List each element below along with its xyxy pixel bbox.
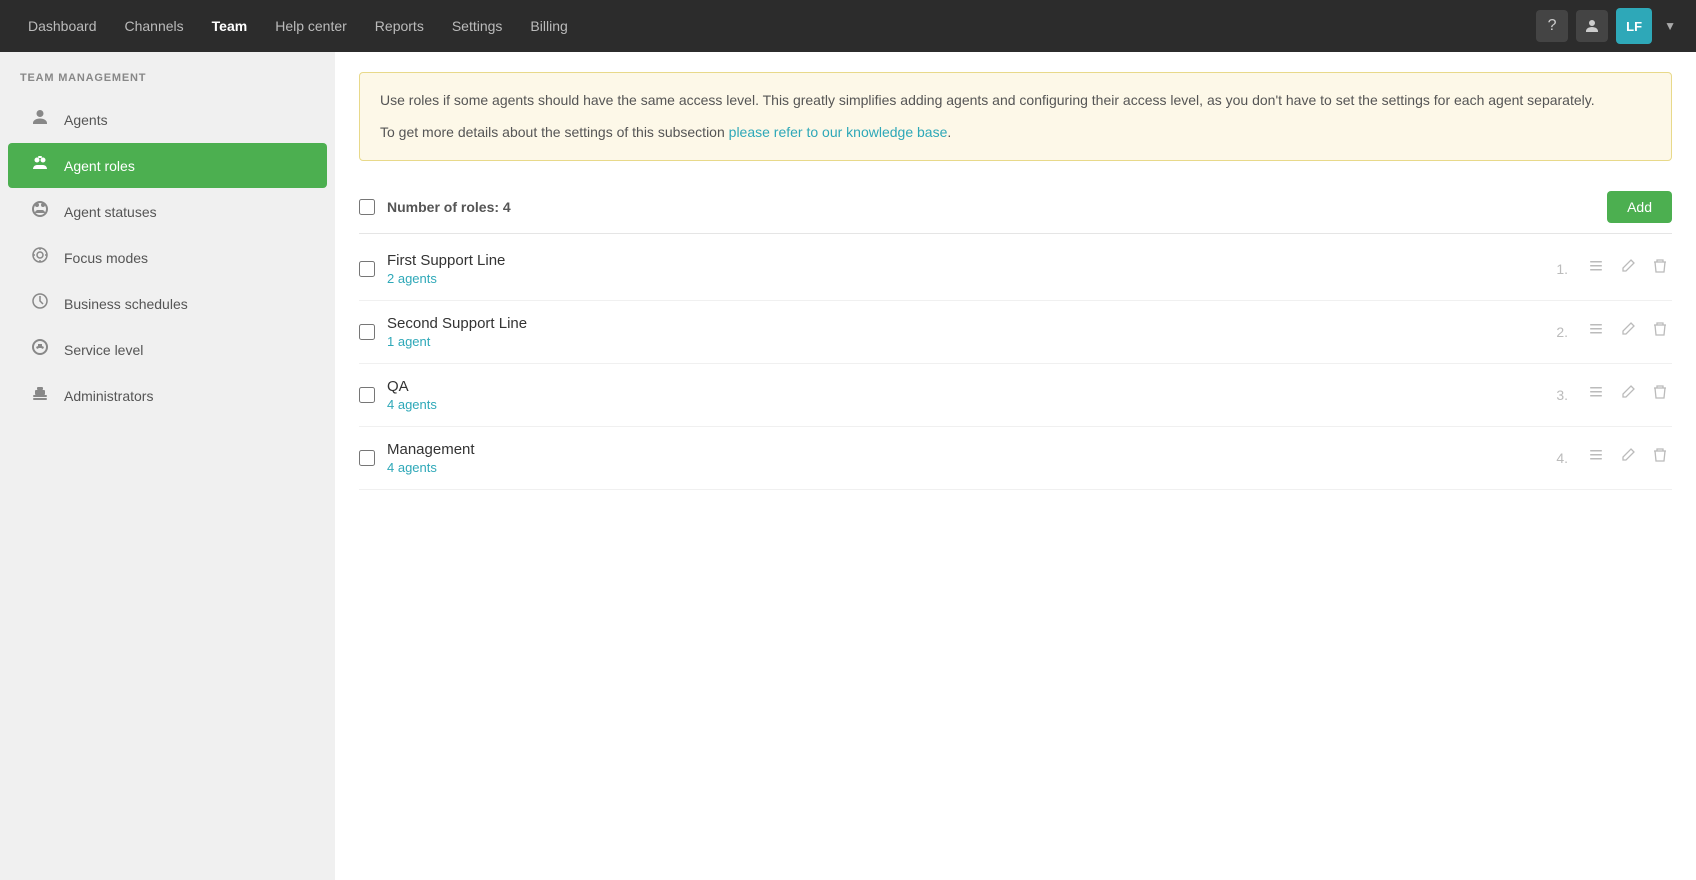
role-info-4: Management 4 agents: [387, 441, 1556, 475]
role-checkbox-1[interactable]: [359, 261, 375, 277]
roles-count: Number of roles: 4: [387, 199, 511, 215]
sidebar-item-agent-statuses[interactable]: Agent statuses: [8, 189, 327, 234]
select-all-checkbox[interactable]: [359, 199, 375, 215]
sidebar-item-agent-roles[interactable]: Agent roles: [8, 143, 327, 188]
role-edit-button-1[interactable]: [1616, 254, 1640, 283]
role-delete-button-4[interactable]: [1648, 443, 1672, 472]
sidebar-label-agent-roles: Agent roles: [64, 158, 135, 174]
role-checkbox-4[interactable]: [359, 450, 375, 466]
role-info-3: QA 4 agents: [387, 378, 1556, 412]
nav-right-actions: ? LF ▼: [1536, 8, 1680, 44]
role-item-first-support-line: First Support Line 2 agents 1.: [359, 238, 1672, 301]
avatar-dropdown-button[interactable]: ▼: [1660, 19, 1680, 33]
focus-modes-icon: [28, 245, 52, 270]
role-agents-3[interactable]: 4 agents: [387, 397, 1556, 412]
business-schedules-icon: [28, 291, 52, 316]
role-reorder-button-1[interactable]: [1584, 254, 1608, 283]
info-banner-text2: To get more details about the settings o…: [380, 121, 1651, 143]
role-delete-button-1[interactable]: [1648, 254, 1672, 283]
sidebar-label-focus-modes: Focus modes: [64, 250, 148, 266]
knowledge-base-link[interactable]: please refer to our knowledge base: [729, 124, 948, 140]
role-info-1: First Support Line 2 agents: [387, 252, 1556, 286]
role-number-4: 4.: [1556, 450, 1568, 466]
roles-header: Number of roles: 4 Add: [359, 181, 1672, 234]
avatar-button[interactable]: LF: [1616, 8, 1652, 44]
nav-help-center[interactable]: Help center: [263, 12, 359, 40]
sidebar-item-business-schedules[interactable]: Business schedules: [8, 281, 327, 326]
roles-header-left: Number of roles: 4: [359, 199, 511, 215]
role-info-2: Second Support Line 1 agent: [387, 315, 1556, 349]
service-level-icon: [28, 337, 52, 362]
role-delete-button-3[interactable]: [1648, 380, 1672, 409]
nav-settings[interactable]: Settings: [440, 12, 515, 40]
sidebar-title: TEAM MANAGEMENT: [0, 72, 335, 96]
role-name-3: QA: [387, 378, 1556, 395]
sidebar-label-business-schedules: Business schedules: [64, 296, 188, 312]
role-name-2: Second Support Line: [387, 315, 1556, 332]
role-item-qa: QA 4 agents 3.: [359, 364, 1672, 427]
role-actions-3: 3.: [1556, 380, 1672, 409]
role-name-4: Management: [387, 441, 1556, 458]
info-banner-text1: Use roles if some agents should have the…: [380, 89, 1651, 111]
role-agents-2[interactable]: 1 agent: [387, 334, 1556, 349]
role-checkbox-2[interactable]: [359, 324, 375, 340]
role-edit-button-2[interactable]: [1616, 317, 1640, 346]
sidebar-item-agents[interactable]: Agents: [8, 97, 327, 142]
nav-links: Dashboard Channels Team Help center Repo…: [16, 12, 1536, 40]
main-layout: TEAM MANAGEMENT Agents Agent roles: [0, 52, 1696, 880]
sidebar-item-administrators[interactable]: Administrators: [8, 373, 327, 418]
agent-statuses-icon: [28, 199, 52, 224]
sidebar-item-focus-modes[interactable]: Focus modes: [8, 235, 327, 280]
role-reorder-button-2[interactable]: [1584, 317, 1608, 346]
help-button[interactable]: ?: [1536, 10, 1568, 42]
role-actions-1: 1.: [1556, 254, 1672, 283]
add-role-button[interactable]: Add: [1607, 191, 1672, 223]
role-reorder-button-4[interactable]: [1584, 443, 1608, 472]
main-content: Use roles if some agents should have the…: [335, 52, 1696, 880]
role-number-3: 3.: [1556, 387, 1568, 403]
role-item-second-support-line: Second Support Line 1 agent 2.: [359, 301, 1672, 364]
role-reorder-button-3[interactable]: [1584, 380, 1608, 409]
role-number-1: 1.: [1556, 261, 1568, 277]
role-edit-button-4[interactable]: [1616, 443, 1640, 472]
user-profile-button[interactable]: [1576, 10, 1608, 42]
role-checkbox-3[interactable]: [359, 387, 375, 403]
top-navigation: Dashboard Channels Team Help center Repo…: [0, 0, 1696, 52]
sidebar-label-service-level: Service level: [64, 342, 143, 358]
nav-reports[interactable]: Reports: [363, 12, 436, 40]
agent-roles-icon: [28, 153, 52, 178]
role-agents-4[interactable]: 4 agents: [387, 460, 1556, 475]
nav-dashboard[interactable]: Dashboard: [16, 12, 109, 40]
agents-icon: [28, 107, 52, 132]
role-delete-button-2[interactable]: [1648, 317, 1672, 346]
sidebar-label-agents: Agents: [64, 112, 108, 128]
role-edit-button-3[interactable]: [1616, 380, 1640, 409]
administrators-icon: [28, 383, 52, 408]
role-agents-1[interactable]: 2 agents: [387, 271, 1556, 286]
nav-channels[interactable]: Channels: [113, 12, 196, 40]
nav-billing[interactable]: Billing: [518, 12, 579, 40]
nav-team[interactable]: Team: [200, 12, 260, 40]
role-actions-4: 4.: [1556, 443, 1672, 472]
role-name-1: First Support Line: [387, 252, 1556, 269]
sidebar: TEAM MANAGEMENT Agents Agent roles: [0, 52, 335, 880]
info-banner: Use roles if some agents should have the…: [359, 72, 1672, 161]
sidebar-label-agent-statuses: Agent statuses: [64, 204, 157, 220]
sidebar-item-service-level[interactable]: Service level: [8, 327, 327, 372]
role-actions-2: 2.: [1556, 317, 1672, 346]
role-item-management: Management 4 agents 4.: [359, 427, 1672, 490]
sidebar-label-administrators: Administrators: [64, 388, 153, 404]
role-number-2: 2.: [1556, 324, 1568, 340]
